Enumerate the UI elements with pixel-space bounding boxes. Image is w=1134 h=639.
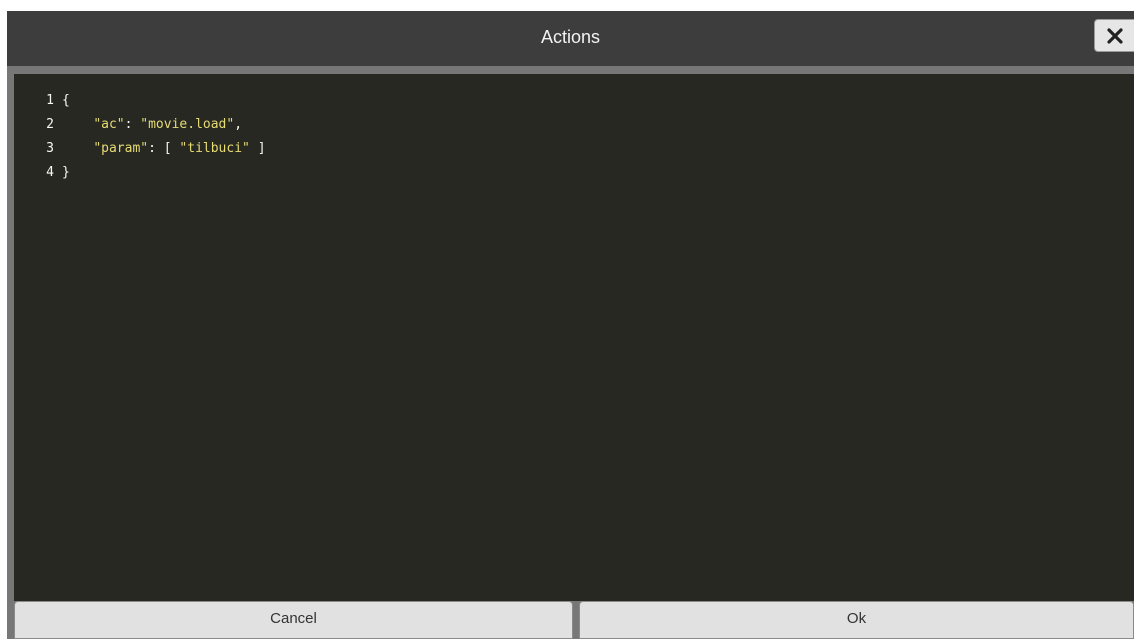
- cancel-button[interactable]: Cancel: [14, 601, 573, 639]
- line-number: 1: [46, 93, 54, 108]
- code-line: 4}: [14, 161, 70, 185]
- code-punctuation: :: [124, 117, 141, 132]
- line-number: 3: [46, 141, 54, 156]
- close-icon: [1107, 28, 1123, 44]
- code-editor[interactable]: 1{ 2 "ac": "movie.load", 3 "param": [ "t…: [14, 74, 1134, 601]
- code-line: 3 "param": [ "tilbuci" ]: [14, 137, 266, 161]
- actions-dialog: Actions 1{ 2 "ac": "movie.load", 3 "para…: [7, 11, 1134, 639]
- code-punctuation: : [: [148, 141, 180, 156]
- close-button[interactable]: [1094, 19, 1134, 52]
- code-text: {: [62, 93, 70, 108]
- json-string-value: "movie.load": [140, 117, 235, 132]
- code-punctuation: ,: [234, 117, 243, 132]
- code-punctuation: ]: [249, 141, 266, 156]
- json-key: "param": [93, 141, 149, 156]
- code-line: 1{: [14, 89, 70, 113]
- line-number: 2: [46, 117, 54, 132]
- dialog-titlebar: Actions: [7, 11, 1134, 66]
- dialog-title: Actions: [540, 27, 601, 47]
- ok-button[interactable]: Ok: [579, 601, 1134, 639]
- json-key: "ac": [93, 117, 125, 132]
- code-line: 2 "ac": "movie.load",: [14, 113, 242, 137]
- line-number: 4: [46, 165, 54, 180]
- json-string-value: "tilbuci": [179, 141, 250, 156]
- code-text: }: [62, 165, 70, 180]
